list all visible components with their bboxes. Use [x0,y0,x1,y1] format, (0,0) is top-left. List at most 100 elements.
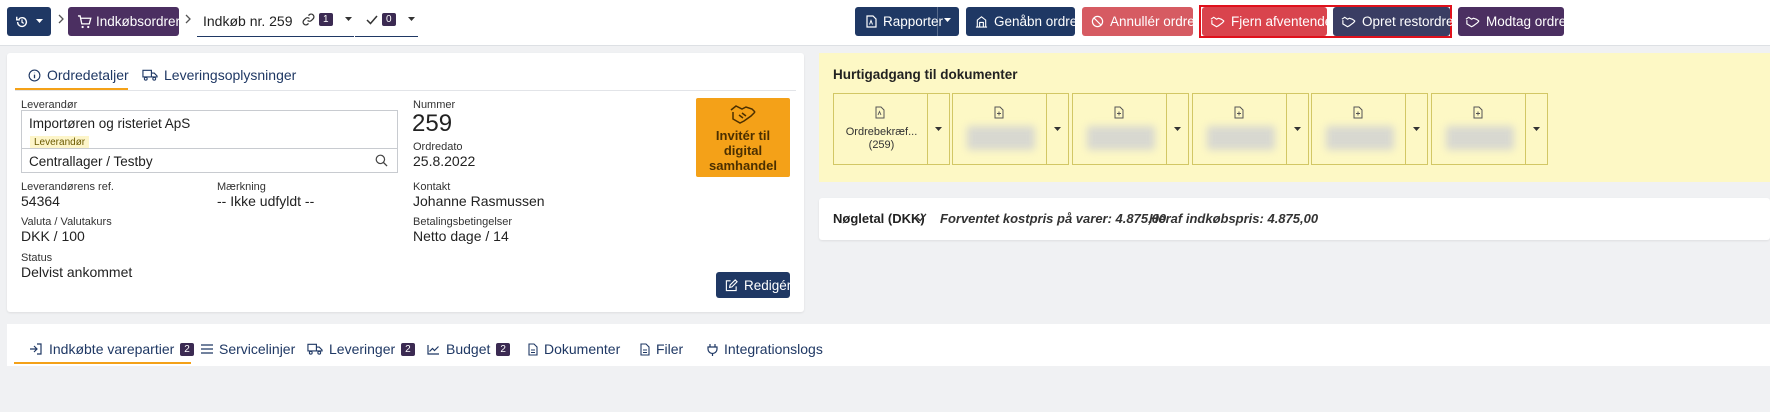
key-figures-bar: Nøgletal (DKK) Forventet kostpris på var… [819,198,1770,240]
bottom-tabs: Indkøbte varepartier 2 Servicelinjer Lev… [7,324,1770,366]
document-icon [528,342,538,356]
document-slot-4[interactable] [1192,93,1309,165]
chevron-down-icon [344,17,352,22]
order-date-value: 25.8.2022 [413,153,476,169]
ban-icon [1091,15,1104,28]
create-backorder-button[interactable]: Opret restordre [1333,7,1454,36]
warehouse-field[interactable]: Centrallager / Testby [21,148,398,173]
truck-icon [307,343,323,355]
tab-service-lines[interactable]: Servicelinjer [201,341,295,357]
tab-documents[interactable]: Dokumenter [528,341,620,357]
chevron-down-icon [1174,126,1181,132]
file-plus-icon [994,106,1004,119]
redacted-label [1087,126,1155,150]
history-icon [15,15,43,29]
order-details-card: Ordredetaljer Leveringsoplysninger Lever… [7,53,804,312]
document-order-confirmation[interactable]: Ordrebekræf... (259) [833,93,950,165]
link-icon [302,13,315,26]
breadcrumb-label: Indkøbsordrer [96,14,181,29]
checks-count-badge: 0 [382,13,396,26]
document-menu-toggle[interactable] [1405,94,1427,164]
document-slot-3[interactable] [1072,93,1189,165]
cancel-order-label: Annullér ordre [1110,14,1195,29]
payment-terms-value: Netto dage / 14 [413,228,509,244]
tab-integration-logs[interactable]: Integrationslogs [707,341,823,357]
chevron-down-icon [407,17,415,22]
receive-order-button[interactable]: Modtag ordre [1458,7,1567,36]
handshake-icon [1465,16,1480,28]
payment-terms-label: Betalingsbetingelser [413,216,513,228]
tab-order-details[interactable]: Ordredetaljer [28,67,129,83]
tab-budget[interactable]: Budget 2 [427,341,510,357]
document-menu-toggle[interactable] [927,94,949,164]
remove-pending-label: Fjern afventende [1231,14,1333,29]
links-toggle[interactable]: 1 [302,13,352,26]
document-menu-toggle[interactable] [1046,94,1068,164]
order-title: Indkøb nr. 259 [203,13,293,29]
handshake-icon [1341,16,1356,28]
file-plus-icon [1353,106,1363,119]
remove-pending-button[interactable]: Fjern afventende [1202,7,1332,36]
redacted-label [967,126,1035,150]
edit-icon [725,278,738,292]
breadcrumb-purchase-orders[interactable]: Indkøbsordrer [68,7,181,36]
contact-value: Johanne Rasmussen [413,193,545,209]
document-menu-toggle[interactable] [1166,94,1188,164]
edit-label: Redigér [744,277,792,293]
document-slot-2[interactable] [952,93,1069,165]
document-slot-5[interactable] [1311,93,1428,165]
reopen-order-button[interactable]: Genåbn ordre [966,7,1077,36]
top-bar: Indkøbsordrer Indkøb nr. 259 1 0 Rapport… [0,0,1770,46]
check-icon [916,213,927,222]
order-title-underline [197,36,354,37]
redacted-label [1207,126,1275,150]
document-menu-toggle[interactable] [1525,94,1547,164]
file-icon [866,15,877,28]
search-icon[interactable] [375,154,388,167]
chevron-down-icon [1413,126,1420,132]
chevron-down-icon [935,126,942,132]
cancel-order-button[interactable]: Annullér ordre [1082,7,1195,36]
checks-underline [355,36,418,37]
sign-in-icon [29,343,43,355]
deliveries-count-badge: 2 [401,342,415,356]
document-label-line-1: Ordrebekræf... [845,126,918,138]
status-label: Status [21,252,53,264]
document-slot-6[interactable] [1431,93,1548,165]
tab-service-lines-label: Servicelinjer [219,341,296,357]
checks-toggle[interactable]: 0 [366,13,415,26]
redacted-label [1446,126,1514,150]
invite-digital-trade-button[interactable]: Invitér til digital samhandel [696,98,790,177]
currency-value: DKK / 100 [21,228,85,244]
supplier-field[interactable]: Importøren og risteriet ApS Leverandør [21,110,398,149]
status-value: Delvist ankommet [21,264,133,280]
supplier-ref-label: Leverandørens ref. [21,181,114,193]
tab-delivery-info[interactable]: Leveringsoplysninger [142,67,296,83]
invite-line-2: digital [723,143,763,158]
tab-delivery-info-label: Leveringsoplysninger [164,67,297,83]
history-button[interactable] [7,7,51,36]
line-chart-icon [427,344,440,355]
quick-access-title: Hurtigadgang til dokumenter [833,67,1018,82]
expected-cost: Forventet kostpris på varer: 4.875,00 [940,211,1167,226]
supplier-ref-value: 54364 [21,193,60,209]
file-plus-icon [1234,106,1244,119]
document-menu-toggle[interactable] [1286,94,1308,164]
tab-purchased-lots[interactable]: Indkøbte varepartier 2 [29,341,194,357]
reports-button[interactable]: Rapporter [855,7,959,36]
receive-order-label: Modtag ordre [1486,14,1567,29]
tab-budget-label: Budget [446,341,491,357]
budget-count-badge: 2 [496,342,510,356]
handshake-icon [729,104,757,124]
chevron-down-icon[interactable] [944,18,951,23]
tab-deliveries-label: Leveringer [329,341,396,357]
info-icon [28,69,41,82]
tab-files[interactable]: Filer [640,341,683,357]
pdf-file-icon [875,106,885,119]
file-icon [640,342,650,356]
tab-deliveries[interactable]: Leveringer 2 [307,341,415,357]
edit-button[interactable]: Redigér [716,272,792,298]
active-tab-underline [14,362,191,364]
chevron-right-icon [58,14,64,24]
quick-access-panel: Hurtigadgang til dokumenter Ordrebekræf.… [819,53,1770,182]
